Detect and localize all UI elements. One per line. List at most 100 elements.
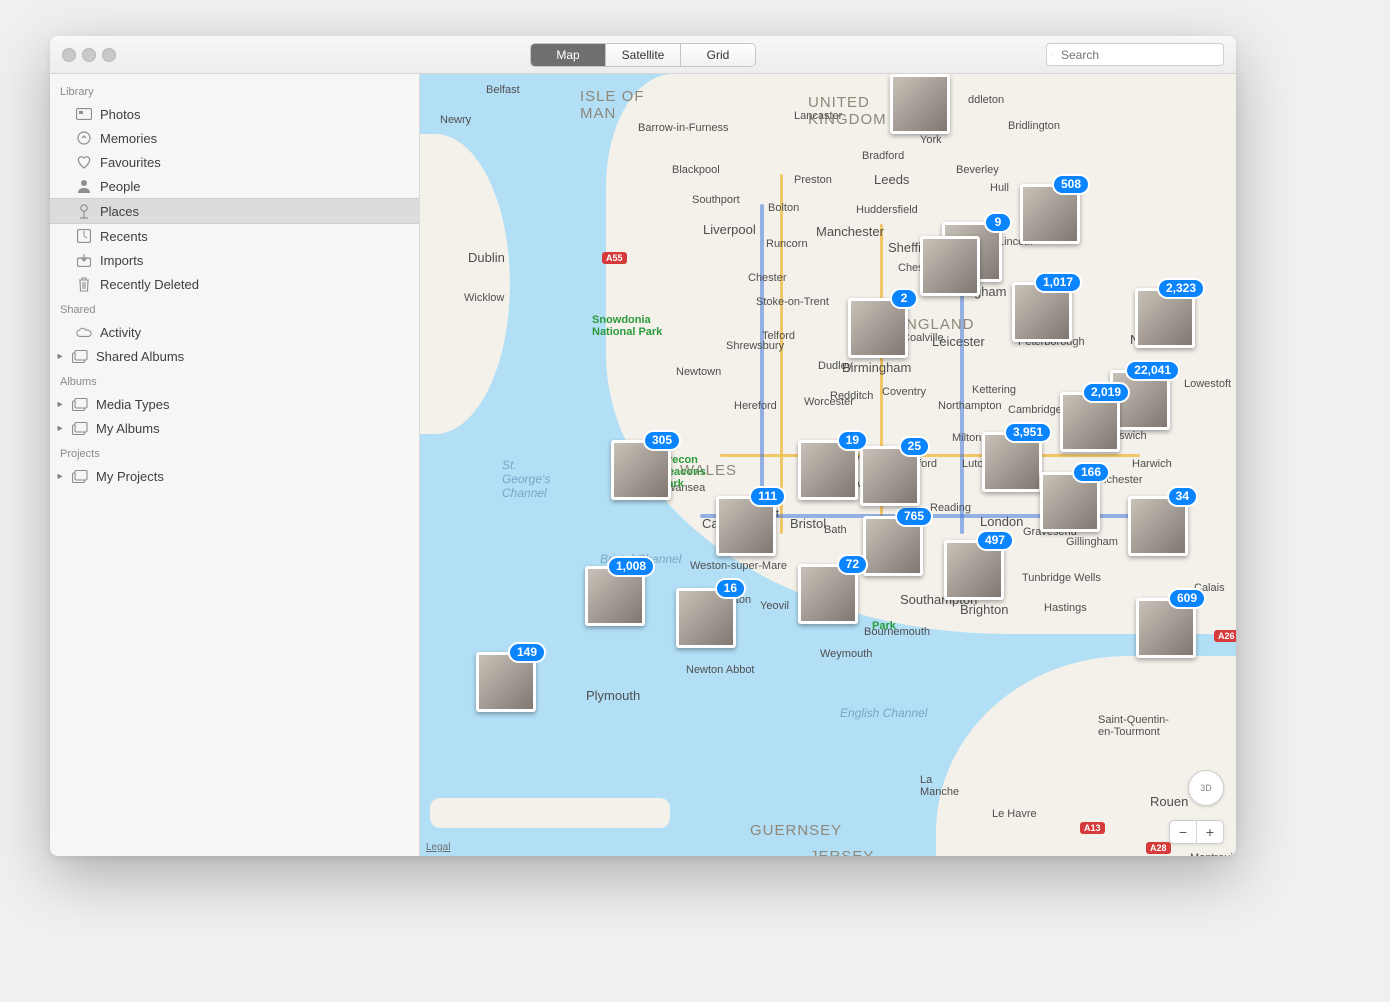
zoom-in-button[interactable]: + xyxy=(1197,821,1223,843)
pin-count-badge: 22,041 xyxy=(1125,360,1180,381)
photo-cluster-pin[interactable]: 305 xyxy=(611,440,671,500)
map-view[interactable]: ISLE OFMANWALESENGLANDUNITEDKINGDOMGUERN… xyxy=(420,74,1236,856)
tab-satellite[interactable]: Satellite xyxy=(606,44,681,66)
sidebar: Library Photos Memories Favourites People Pla… xyxy=(50,74,420,856)
disclosure-triangle-icon[interactable]: ▸ xyxy=(56,399,64,410)
pin-icon xyxy=(76,203,92,219)
photos-icon xyxy=(76,106,92,122)
pin-count-badge: 508 xyxy=(1052,174,1090,195)
sidebar-item-favourites[interactable]: Favourites xyxy=(50,150,419,174)
sidebar-item-places[interactable]: Places xyxy=(50,198,419,224)
photo-cluster-pin[interactable]: 166 xyxy=(1040,472,1100,532)
photo-cluster-pin[interactable] xyxy=(920,236,980,296)
albums-icon xyxy=(72,420,88,436)
sidebar-item-label: People xyxy=(100,179,419,194)
heart-icon xyxy=(76,154,92,170)
sidebar-item-activity[interactable]: Activity xyxy=(50,320,419,344)
pin-count-badge: 16 xyxy=(715,578,746,599)
compass-3d[interactable]: 3D xyxy=(1188,770,1224,806)
photo-cluster-pin[interactable]: 149 xyxy=(476,652,536,712)
sidebar-item-shared-albums[interactable]: ▸ Shared Albums xyxy=(50,344,419,368)
photo-cluster-pin[interactable]: 3,951 xyxy=(982,432,1042,492)
sidebar-item-label: Shared Albums xyxy=(96,349,419,364)
search-field[interactable] xyxy=(1046,43,1224,66)
section-header-albums: Albums xyxy=(50,368,419,392)
sidebar-item-my-albums[interactable]: ▸My Albums xyxy=(50,416,419,440)
photo-cluster-pin[interactable]: 25 xyxy=(860,446,920,506)
zoom-out-button[interactable]: − xyxy=(1170,821,1197,843)
person-icon xyxy=(76,178,92,194)
pin-count-badge: 19 xyxy=(837,430,868,451)
sidebar-item-recently-deleted[interactable]: Recently Deleted xyxy=(50,272,419,296)
section-header-projects: Projects xyxy=(50,440,419,464)
sidebar-item-recents[interactable]: Recents xyxy=(50,224,419,248)
pin-count-badge: 111 xyxy=(749,486,786,507)
photo-cluster-pin[interactable]: 1,017 xyxy=(1012,282,1072,342)
sidebar-item-imports[interactable]: Imports xyxy=(50,248,419,272)
view-segmented-control[interactable]: MapSatelliteGrid xyxy=(530,43,756,67)
pin-count-badge: 2,323 xyxy=(1157,278,1205,299)
sidebar-item-label: Recents xyxy=(100,229,419,244)
photo-cluster-pin[interactable]: 508 xyxy=(1020,184,1080,244)
sidebar-item-label: Media Types xyxy=(96,397,419,412)
pin-count-badge: 166 xyxy=(1072,462,1110,483)
pin-count-badge: 72 xyxy=(837,554,868,575)
pin-count-badge: 9 xyxy=(984,212,1012,233)
section-header-library: Library xyxy=(50,78,419,102)
minimize-button[interactable] xyxy=(82,48,96,62)
zoom-button[interactable] xyxy=(102,48,116,62)
memories-icon xyxy=(76,130,92,146)
window-controls xyxy=(62,48,116,62)
disclosure-triangle-icon[interactable]: ▸ xyxy=(56,351,64,362)
pin-thumbnail xyxy=(890,74,950,134)
albums-icon xyxy=(72,468,88,484)
tab-map[interactable]: Map xyxy=(531,44,606,66)
photo-cluster-pin[interactable] xyxy=(890,74,950,134)
photo-cluster-pin[interactable]: 2,323 xyxy=(1135,288,1195,348)
albums-icon xyxy=(72,348,88,364)
imports-icon xyxy=(76,252,92,268)
pin-count-badge: 609 xyxy=(1168,588,1206,609)
sidebar-item-label: Photos xyxy=(100,107,419,122)
photo-cluster-pin[interactable]: 19 xyxy=(798,440,858,500)
trash-icon xyxy=(76,276,92,292)
sidebar-item-people[interactable]: People xyxy=(50,174,419,198)
photo-cluster-pin[interactable]: 16 xyxy=(676,588,736,648)
photo-cluster-pin[interactable]: 2 xyxy=(848,298,908,358)
sidebar-item-media-types[interactable]: ▸ Media Types xyxy=(50,392,419,416)
tab-grid[interactable]: Grid xyxy=(681,44,755,66)
sidebar-item-label: Memories xyxy=(100,131,419,146)
pin-count-badge: 497 xyxy=(976,530,1014,551)
close-button[interactable] xyxy=(62,48,76,62)
pin-count-badge: 765 xyxy=(895,506,933,527)
sidebar-item-my-projects[interactable]: ▸ My Projects xyxy=(50,464,419,488)
sidebar-item-label: Activity xyxy=(100,325,419,340)
titlebar: MapSatelliteGrid xyxy=(50,36,1236,74)
sidebar-item-label: Favourites xyxy=(100,155,419,170)
pin-count-badge: 3,951 xyxy=(1004,422,1052,443)
sidebar-item-label: Places xyxy=(100,204,419,219)
section-header-shared: Shared xyxy=(50,296,419,320)
photo-cluster-pin[interactable]: 497 xyxy=(944,540,1004,600)
pin-count-badge: 1,008 xyxy=(607,556,655,577)
sidebar-item-label: My Projects xyxy=(96,469,419,484)
pin-count-badge: 34 xyxy=(1167,486,1198,507)
disclosure-triangle-icon[interactable]: ▸ xyxy=(56,471,64,482)
search-icon xyxy=(1052,49,1054,61)
sidebar-item-label: Recently Deleted xyxy=(100,277,419,292)
disclosure-triangle-icon[interactable]: ▸ xyxy=(56,423,64,434)
photo-cluster-pin[interactable]: 765 xyxy=(863,516,923,576)
sidebar-item-memories[interactable]: Memories xyxy=(50,126,419,150)
zoom-control: − + xyxy=(1169,820,1224,844)
photo-cluster-pin[interactable]: 72 xyxy=(798,564,858,624)
pin-count-badge: 2,019 xyxy=(1082,382,1130,403)
sidebar-item-photos[interactable]: Photos xyxy=(50,102,419,126)
sidebar-item-label: Imports xyxy=(100,253,419,268)
photo-cluster-pin[interactable]: 111 xyxy=(716,496,776,556)
photo-cluster-pin[interactable]: 1,008 xyxy=(585,566,645,626)
photo-cluster-pin[interactable]: 34 xyxy=(1128,496,1188,556)
legal-link[interactable]: Legal xyxy=(426,842,450,853)
search-input[interactable] xyxy=(1059,47,1218,63)
photo-cluster-pin[interactable]: 609 xyxy=(1136,598,1196,658)
photo-cluster-pin[interactable]: 2,019 xyxy=(1060,392,1120,452)
